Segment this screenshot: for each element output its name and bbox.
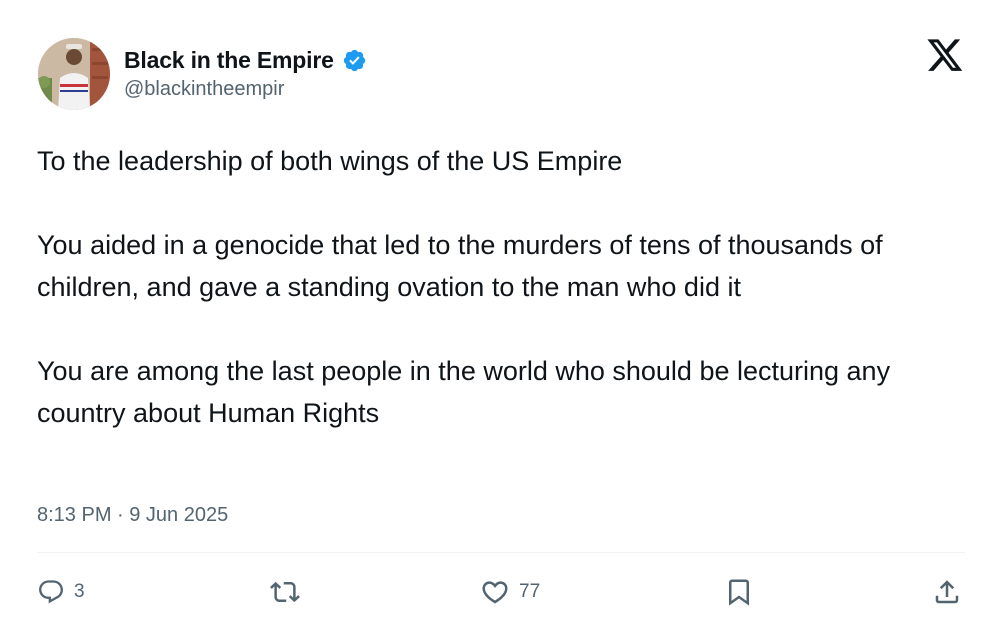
divider [37,552,965,553]
action-bar: 3 77 [0,570,1000,614]
x-logo-icon[interactable] [926,38,964,74]
share-icon [932,577,962,607]
heart-icon [480,577,510,607]
verified-badge-icon [342,48,367,73]
reply-button[interactable]: 3 [37,570,85,614]
bookmark-icon [724,577,754,607]
tweet-text: To the leadership of both wings of the U… [37,140,957,434]
reply-count: 3 [74,581,85,602]
tweet-paragraph: To the leadership of both wings of the U… [37,146,623,176]
like-button[interactable]: 77 [480,570,540,614]
like-count: 77 [519,581,541,602]
tweet-paragraph: You aided in a genocide that led to the … [37,230,891,302]
share-button[interactable] [932,570,962,614]
avatar-image [38,38,110,110]
tweet-paragraph: You are among the last people in the wor… [37,356,898,428]
author-display-name[interactable]: Black in the Empire [124,47,334,74]
retweet-icon [270,577,300,607]
tweet-card: Black in the Empire @blackintheempir To … [0,0,1000,642]
bookmark-button[interactable] [724,570,754,614]
author-handle[interactable]: @blackintheempir [124,78,284,101]
author-name-row: Black in the Empire [124,44,367,76]
retweet-button[interactable] [270,570,300,614]
avatar[interactable] [38,38,110,110]
tweet-timestamp[interactable]: 8:13 PM · 9 Jun 2025 [37,504,228,527]
reply-icon [37,578,65,606]
